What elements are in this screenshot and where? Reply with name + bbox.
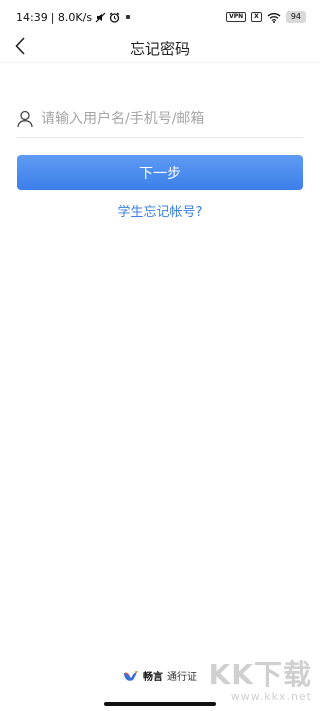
no-sim-icon: X [251, 12, 262, 22]
title-bar: 忘记密码 [0, 34, 320, 62]
next-step-button[interactable]: 下一步 [17, 155, 303, 190]
status-right: VPN X 94 [226, 11, 306, 23]
battery-icon: 94 [285, 11, 306, 23]
chevron-left-icon [15, 37, 25, 59]
status-network-speed: | 8.0K/s [50, 10, 93, 24]
status-left: 14:39 | 8.0K/s [16, 10, 131, 24]
user-icon [17, 110, 33, 128]
watermark-text: KK下载 [208, 658, 312, 691]
home-indicator[interactable] [104, 702, 216, 706]
back-button[interactable] [10, 34, 30, 62]
brand-name: 畅言 [143, 672, 163, 683]
site-watermark: KK下载 www.kkx.net [208, 658, 312, 704]
title-divider [0, 62, 320, 63]
wifi-icon [267, 12, 281, 23]
status-bar: 14:39 | 8.0K/s VPN X 94 [0, 0, 320, 34]
vpn-icon: VPN [226, 12, 247, 22]
account-input[interactable] [39, 109, 293, 128]
watermark-url: www.kkx.net [230, 690, 312, 703]
student-forgot-account-link[interactable]: 学生忘记帐号? [0, 201, 320, 220]
page-title: 忘记密码 [129, 39, 190, 58]
brand-suffix: 通行证 [167, 672, 197, 683]
alarm-icon [109, 12, 120, 23]
changyan-logo-icon [123, 670, 139, 682]
status-time: 14:39 [16, 10, 48, 24]
no-sound-icon [95, 12, 106, 23]
account-field [17, 100, 303, 138]
notification-dot-icon [126, 15, 131, 19]
